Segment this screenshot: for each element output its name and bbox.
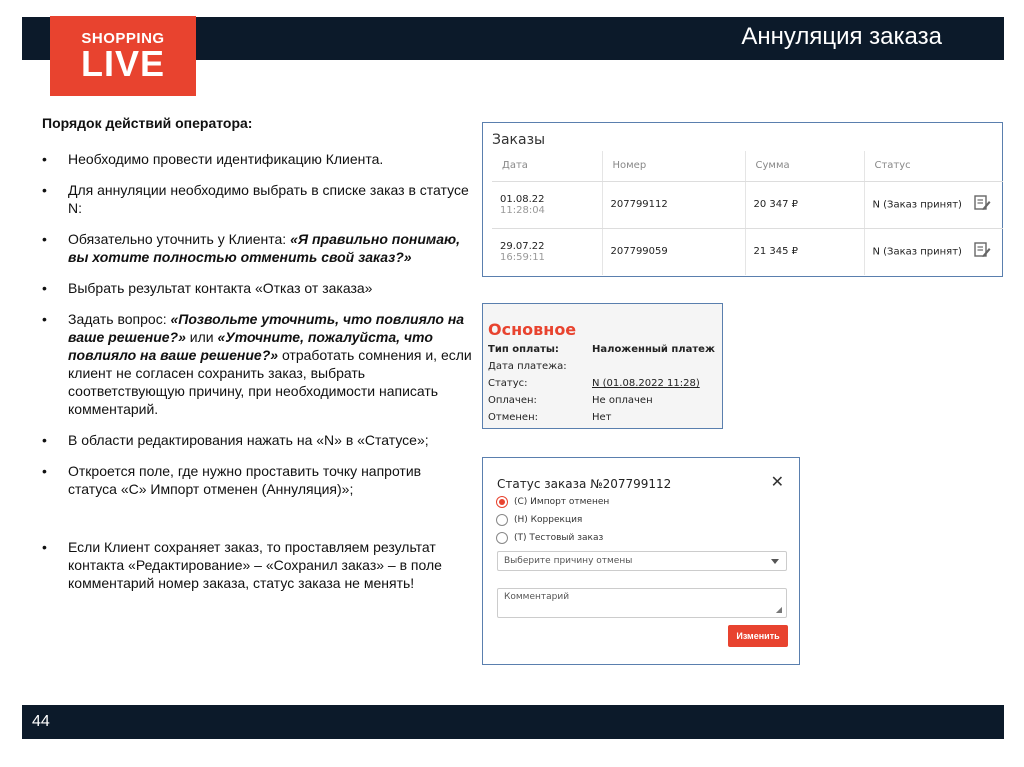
instruction-item: • Откроется поле, где нужно проставить т… bbox=[42, 462, 472, 498]
status-option-label: (С) Импорт отменен bbox=[514, 497, 610, 507]
status-option-label: (Н) Коррекция bbox=[514, 515, 583, 525]
bullet-dot: • bbox=[42, 280, 47, 296]
instruction-item: • Необходимо провести идентификацию Клие… bbox=[42, 150, 472, 168]
main-info-title: Основное bbox=[488, 320, 577, 339]
main-info-panel: Основное Тип оплаты: Наложенный платеж Да… bbox=[482, 303, 723, 429]
instruction-item: • В области редактирования нажать на «N»… bbox=[42, 431, 472, 449]
order-time: 11:28:04 bbox=[500, 204, 545, 216]
radio-button[interactable] bbox=[496, 532, 508, 544]
info-key: Оплачен: bbox=[488, 395, 537, 406]
orders-table: Дата Номер Сумма Статус 01.08.22 11:28:0… bbox=[492, 151, 1003, 275]
info-row-status: Статус: N (01.08.2022 11:28) bbox=[488, 378, 700, 389]
column-header-sum: Сумма bbox=[745, 151, 865, 182]
order-time: 16:59:11 bbox=[500, 251, 545, 263]
bullet-dot: • bbox=[42, 432, 47, 448]
comment-placeholder: Комментарий bbox=[504, 592, 570, 602]
radio-button[interactable] bbox=[496, 514, 508, 526]
bullet-dot: • bbox=[42, 539, 47, 555]
edit-icon[interactable] bbox=[973, 241, 991, 262]
instruction-text: Для аннуляции необходимо выбрать в списк… bbox=[68, 182, 469, 216]
instruction-item: • Выбрать результат контакта «Отказ от з… bbox=[42, 279, 472, 297]
change-button[interactable]: Изменить bbox=[728, 625, 788, 647]
info-row-paid: Оплачен: Не оплачен bbox=[488, 395, 653, 406]
order-status-cell: N (Заказ принят) bbox=[864, 228, 1003, 275]
instruction-item: • Для аннуляции необходимо выбрать в спи… bbox=[42, 181, 472, 217]
page-number: 44 bbox=[32, 713, 50, 730]
status-option-cancelled[interactable]: (С) Импорт отменен bbox=[496, 496, 609, 508]
info-value: Нет bbox=[592, 412, 612, 423]
dialog-title: Статус заказа №207799112 bbox=[497, 477, 672, 491]
table-row[interactable]: 29.07.22 16:59:11 207799059 21 345 ₽ N (… bbox=[492, 228, 1003, 275]
bullet-dot: • bbox=[42, 151, 47, 167]
bullet-dot: • bbox=[42, 311, 47, 327]
bullet-dot: • bbox=[42, 231, 47, 247]
chevron-down-icon bbox=[771, 559, 779, 564]
radio-button-checked[interactable] bbox=[496, 496, 508, 508]
order-date: 29.07.22 bbox=[500, 240, 545, 252]
comment-field[interactable]: Комментарий ◢ bbox=[497, 588, 787, 618]
order-date-cell: 01.08.22 11:28:04 bbox=[492, 181, 603, 229]
order-date-cell: 29.07.22 16:59:11 bbox=[492, 228, 603, 275]
instruction-text: Откроется поле, где нужно проставить точ… bbox=[68, 463, 422, 497]
close-icon[interactable]: ✕ bbox=[771, 472, 784, 491]
order-number: 207799112 bbox=[602, 181, 746, 229]
instruction-text: или bbox=[185, 329, 218, 345]
info-row-cancelled: Отменен: Нет bbox=[488, 412, 612, 423]
instruction-text: Задать вопрос: bbox=[68, 311, 171, 327]
table-row[interactable]: 01.08.22 11:28:04 207799112 20 347 ₽ N (… bbox=[492, 181, 1003, 229]
bullet-dot: • bbox=[42, 463, 47, 479]
status-link[interactable]: N (01.08.2022 11:28) bbox=[592, 378, 700, 389]
instruction-item: • Обязательно уточнить у Клиента: «Я пра… bbox=[42, 230, 472, 266]
column-header-number: Номер bbox=[602, 151, 746, 182]
cancel-reason-placeholder: Выберите причину отмены bbox=[504, 556, 633, 566]
info-row-payment-date: Дата платежа: bbox=[488, 361, 592, 372]
instructions: Порядок действий оператора: • Необходимо… bbox=[42, 114, 472, 605]
info-value: Наложенный платеж bbox=[592, 344, 715, 355]
column-header-status: Статус bbox=[864, 151, 1003, 182]
instruction-text: В области редактирования нажать на «N» в… bbox=[68, 432, 429, 448]
order-date: 01.08.22 bbox=[500, 193, 545, 205]
info-key: Тип оплаты: bbox=[488, 344, 559, 355]
logo-line-2: LIVE bbox=[80, 43, 165, 84]
order-status-cell: N (Заказ принят) bbox=[864, 181, 1003, 229]
instruction-item: • Если Клиент сохраняет заказ, то проста… bbox=[42, 538, 472, 592]
column-header-date: Дата bbox=[492, 151, 603, 182]
instruction-item: • Задать вопрос: «Позвольте уточнить, чт… bbox=[42, 310, 472, 418]
status-option-correction[interactable]: (Н) Коррекция bbox=[496, 514, 582, 526]
status-option-test[interactable]: (Т) Тестовый заказ bbox=[496, 532, 603, 544]
footer-bar: 44 bbox=[22, 705, 1004, 739]
order-status[interactable]: N (Заказ принят) bbox=[873, 247, 962, 258]
order-number: 207799059 bbox=[602, 228, 746, 275]
info-key: Статус: bbox=[488, 378, 528, 389]
instruction-text: Обязательно уточнить у Клиента: bbox=[68, 231, 291, 247]
table-header-row: Дата Номер Сумма Статус bbox=[492, 151, 1003, 182]
slide-title: Аннуляция заказа bbox=[741, 23, 942, 50]
bullet-dot: • bbox=[42, 182, 47, 198]
instruction-text: Выбрать результат контакта «Отказ от зак… bbox=[68, 280, 373, 296]
shopping-live-logo: SHOPPING LIVE bbox=[50, 16, 196, 96]
cancel-reason-select[interactable]: Выберите причину отмены bbox=[497, 551, 787, 571]
status-option-label: (Т) Тестовый заказ bbox=[514, 533, 604, 543]
instruction-text: Необходимо провести идентификацию Клиент… bbox=[68, 151, 384, 167]
orders-title: Заказы bbox=[492, 132, 546, 148]
info-key: Дата платежа: bbox=[488, 361, 567, 372]
info-row-payment-type: Тип оплаты: Наложенный платеж bbox=[488, 344, 715, 355]
order-status[interactable]: N (Заказ принят) bbox=[873, 200, 962, 211]
order-status-dialog: Статус заказа №207799112 ✕ (С) Импорт от… bbox=[482, 457, 800, 665]
instruction-text: Если Клиент сохраняет заказ, то проставл… bbox=[68, 539, 442, 591]
orders-panel: Заказы Дата Номер Сумма Статус 01.08.22 … bbox=[482, 122, 1003, 277]
order-sum: 21 345 ₽ bbox=[745, 228, 865, 275]
resize-handle-icon[interactable]: ◢ bbox=[776, 605, 782, 614]
order-sum: 20 347 ₽ bbox=[745, 181, 865, 229]
info-key: Отменен: bbox=[488, 412, 538, 423]
instructions-heading: Порядок действий оператора: bbox=[42, 115, 253, 131]
edit-icon[interactable] bbox=[973, 194, 991, 215]
info-value: Не оплачен bbox=[592, 395, 653, 406]
